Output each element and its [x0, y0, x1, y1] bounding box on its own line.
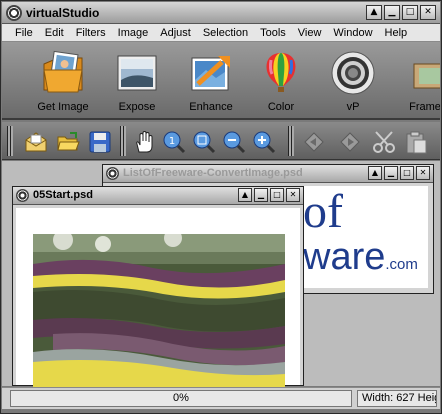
undo-icon[interactable] — [302, 130, 326, 154]
restore-up-button[interactable]: ▲ — [366, 5, 382, 20]
document-window-05start[interactable]: 05Start.psd ▲ ▁ □ ✕ — [12, 186, 304, 387]
cut-icon[interactable] — [372, 130, 396, 154]
logo-text-dotcom: .com — [385, 256, 418, 273]
zoom-out-icon[interactable] — [222, 130, 246, 154]
toolbar-separator-icon — [288, 126, 294, 156]
menu-adjust[interactable]: Adjust — [154, 27, 197, 39]
document-window-controls: ▲ ▁ □ ✕ — [368, 166, 430, 180]
menu-bar: File Edit Filters Image Adjust Selection… — [2, 24, 440, 42]
document-logo-icon — [16, 189, 29, 202]
frame-label: Frame — [409, 101, 440, 113]
document-title: ListOfFreeware-ConvertImage.psd — [123, 167, 303, 179]
document-logo-icon — [106, 167, 119, 180]
document-workspace: ListOfFreeware-ConvertImage.psd ▲ ▁ □ ✕ … — [2, 161, 440, 387]
paste-icon[interactable] — [404, 130, 428, 154]
status-bar: 0% Width: 627 Heig — [2, 387, 440, 409]
garden-photo — [33, 234, 285, 387]
vp-disc-icon — [330, 50, 376, 96]
doc-close-button[interactable]: ✕ — [286, 188, 300, 202]
svg-text:1: 1 — [169, 136, 175, 147]
enhance-label: Enhance — [189, 101, 233, 113]
title-bar[interactable]: virtualStudio ▲ ▁ □ ✕ — [2, 2, 440, 24]
maximize-button[interactable]: □ — [402, 5, 418, 20]
frame-button[interactable]: Frame — [390, 50, 440, 113]
get-image-label: Get Image — [37, 101, 89, 113]
enhance-button[interactable]: Enhance — [176, 50, 246, 113]
hand-icon[interactable] — [132, 130, 156, 154]
menu-tools[interactable]: Tools — [254, 27, 292, 39]
doc-maximize-button[interactable]: □ — [270, 188, 284, 202]
color-label: Color — [267, 101, 295, 113]
document-title-bar[interactable]: 05Start.psd ▲ ▁ □ ✕ — [13, 187, 303, 205]
redo-icon[interactable] — [338, 130, 362, 154]
enhance-icon — [188, 50, 234, 96]
menu-selection[interactable]: Selection — [197, 27, 254, 39]
document-window-controls: ▲ ▁ □ ✕ — [238, 188, 300, 202]
expose-button[interactable]: Expose — [102, 50, 172, 113]
open-mail-icon[interactable] — [24, 130, 48, 154]
zoom-fit-icon[interactable] — [192, 130, 216, 154]
menu-view[interactable]: View — [292, 27, 328, 39]
zoom-in-icon[interactable] — [252, 130, 276, 154]
menu-image[interactable]: Image — [112, 27, 155, 39]
menu-filters[interactable]: Filters — [70, 27, 112, 39]
doc-minimize-button[interactable]: ▁ — [254, 188, 268, 202]
app-logo-icon — [6, 5, 22, 21]
app-title: virtualStudio — [26, 6, 100, 20]
vp-button[interactable]: vP — [318, 50, 388, 113]
doc-restore-up-button[interactable]: ▲ — [368, 166, 382, 180]
vp-label: vP — [346, 101, 360, 113]
secondary-toolbar: 1 — [2, 122, 440, 160]
menu-edit[interactable]: Edit — [39, 27, 70, 39]
close-button[interactable]: ✕ — [420, 5, 436, 20]
save-icon[interactable] — [88, 130, 112, 154]
menu-help[interactable]: Help — [379, 27, 414, 39]
logo-text-of: of — [303, 185, 343, 238]
document-title-bar[interactable]: ListOfFreeware-ConvertImage.psd ▲ ▁ □ ✕ — [103, 165, 433, 183]
document-title: 05Start.psd — [33, 189, 93, 201]
menu-file[interactable]: File — [9, 27, 39, 39]
doc-restore-up-button[interactable]: ▲ — [238, 188, 252, 202]
image-dimensions-status: Width: 627 Heig — [357, 390, 437, 407]
logo-text-ware-word: ware — [303, 236, 386, 278]
color-balloon-icon — [258, 50, 304, 96]
window-controls: ▲ ▁ □ ✕ — [366, 5, 436, 20]
minimize-button[interactable]: ▁ — [384, 5, 400, 20]
color-button[interactable]: Color — [246, 50, 316, 113]
get-image-button[interactable]: Get Image — [28, 50, 98, 113]
main-toolbar: Get Image Expose Enhance Color vP Frame — [2, 42, 440, 120]
expose-label: Expose — [118, 101, 156, 113]
toolbar-separator-icon — [120, 126, 126, 156]
doc-maximize-button[interactable]: □ — [400, 166, 414, 180]
menu-window[interactable]: Window — [327, 27, 378, 39]
progress-status: 0% — [10, 390, 352, 407]
app-window: virtualStudio ▲ ▁ □ ✕ File Edit Filters … — [0, 0, 442, 414]
toolbar-grip-icon[interactable] — [7, 126, 13, 156]
doc-minimize-button[interactable]: ▁ — [384, 166, 398, 180]
open-folder-icon[interactable] — [56, 130, 80, 154]
logo-text-ware: ware.com — [303, 238, 418, 284]
doc-close-button[interactable]: ✕ — [416, 166, 430, 180]
expose-icon — [114, 50, 160, 96]
document-canvas[interactable] — [16, 208, 300, 387]
frame-icon — [402, 50, 440, 96]
get-image-icon — [40, 50, 86, 96]
zoom-actual-icon[interactable]: 1 — [162, 130, 186, 154]
